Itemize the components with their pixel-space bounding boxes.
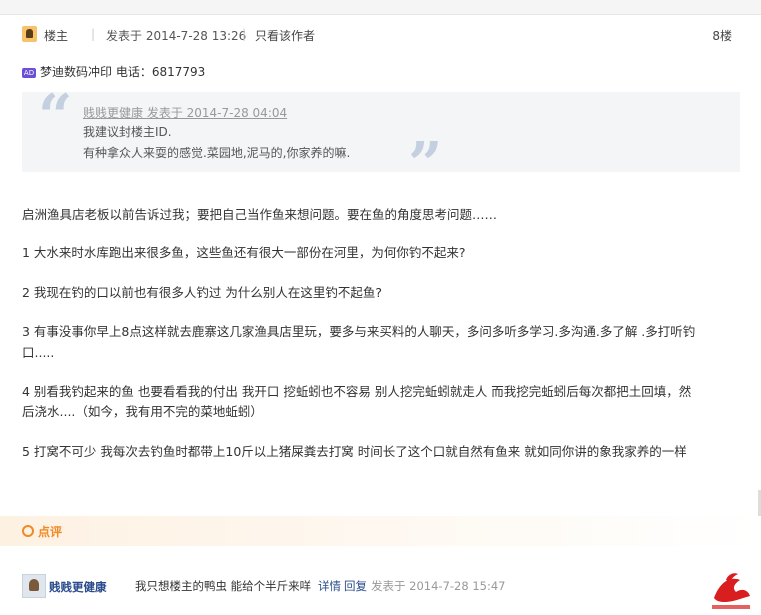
author-icon (22, 26, 37, 42)
review-item: 贱贱更健康 我只想楼主的鸭虫 能给个半斤来咩 详情 回复 发表于 2014-7-… (22, 574, 740, 598)
quote-open-icon: “ (38, 82, 73, 152)
post-paragraph: 口..... (22, 345, 55, 360)
post-header: 楼主 | 发表于 2014-7-28 13:26 | 只看该作者 8楼 (22, 26, 740, 44)
quote-block: “ 贱贱更健康 发表于 2014-7-28 04:04 我建议封楼主ID. 有种… (22, 82, 740, 200)
review-username[interactable]: 贱贱更健康 (49, 579, 107, 595)
quote-line: 有种拿众人来耍的感觉.菜园地,泥马的,你家养的嘛. (83, 146, 351, 160)
separator: | (91, 27, 96, 41)
review-time: 发表于 2014-7-28 15:47 (371, 579, 506, 593)
post-paragraph: 启洲渔具店老板以前告诉过我；要把自己当作鱼来想问题。要在鱼的角度思考问题…… (22, 207, 498, 222)
ad-text[interactable]: 梦迪数码冲印 电话：6817793 (40, 65, 205, 79)
quote-close-icon: ” (408, 130, 443, 200)
separator: | (242, 27, 247, 41)
post-time: 发表于 2014-7-28 13:26 (106, 29, 247, 43)
avatar[interactable] (22, 574, 46, 598)
detail-link[interactable]: 详情 (318, 578, 341, 594)
post-paragraph: 4 别看我钓起来的鱼 也要看看我的付出 我开口 挖蚯蚓也不容易 别人挖完蚯蚓就走… (22, 384, 692, 399)
quote-header[interactable]: 贱贱更健康 发表于 2014-7-28 04:04 (83, 104, 287, 121)
review-text: 我只想楼主的鸭虫 能给个半斤来咩 (135, 579, 312, 593)
post-paragraph: 1 大水来时水库跑出来很多鱼，这些鱼还有很大一部份在河里，为何你钓不起来? (22, 245, 466, 260)
post-paragraph: 后浇水....（如今，我有用不完的菜地蚯蚓） (22, 404, 263, 419)
only-author-link[interactable]: 只看该作者 (255, 27, 315, 44)
post-paragraph: 2 我现在钓的口以前也有很多人钓过 为什么别人在这里钓不起鱼? (22, 285, 383, 300)
watermark-logo (712, 573, 750, 609)
review-section-header: 点评 (0, 516, 761, 546)
post-paragraph: 3 有事没事你早上8点这样就去鹿寨这几家渔具店里玩，要多与来买料的人聊天，多问多… (22, 324, 696, 339)
review-label: 点评 (38, 525, 63, 539)
post-paragraph: 5 打窝不可少 我每次去钓鱼时都带上10斤以上猪屎粪去打窝 时间长了这个口就自然… (22, 444, 687, 459)
ad-line[interactable]: AD 梦迪数码冲印 电话：6817793 (22, 63, 205, 80)
top-toolbar-strip (0, 0, 761, 15)
review-circle-icon (22, 525, 34, 537)
reply-link[interactable]: 回复 (344, 578, 367, 594)
quote-line: 我建议封楼主ID. (83, 125, 172, 139)
ad-badge-icon: AD (22, 68, 36, 78)
original-poster-label: 楼主 (44, 29, 69, 43)
floor-number[interactable]: 8楼 (712, 27, 732, 44)
